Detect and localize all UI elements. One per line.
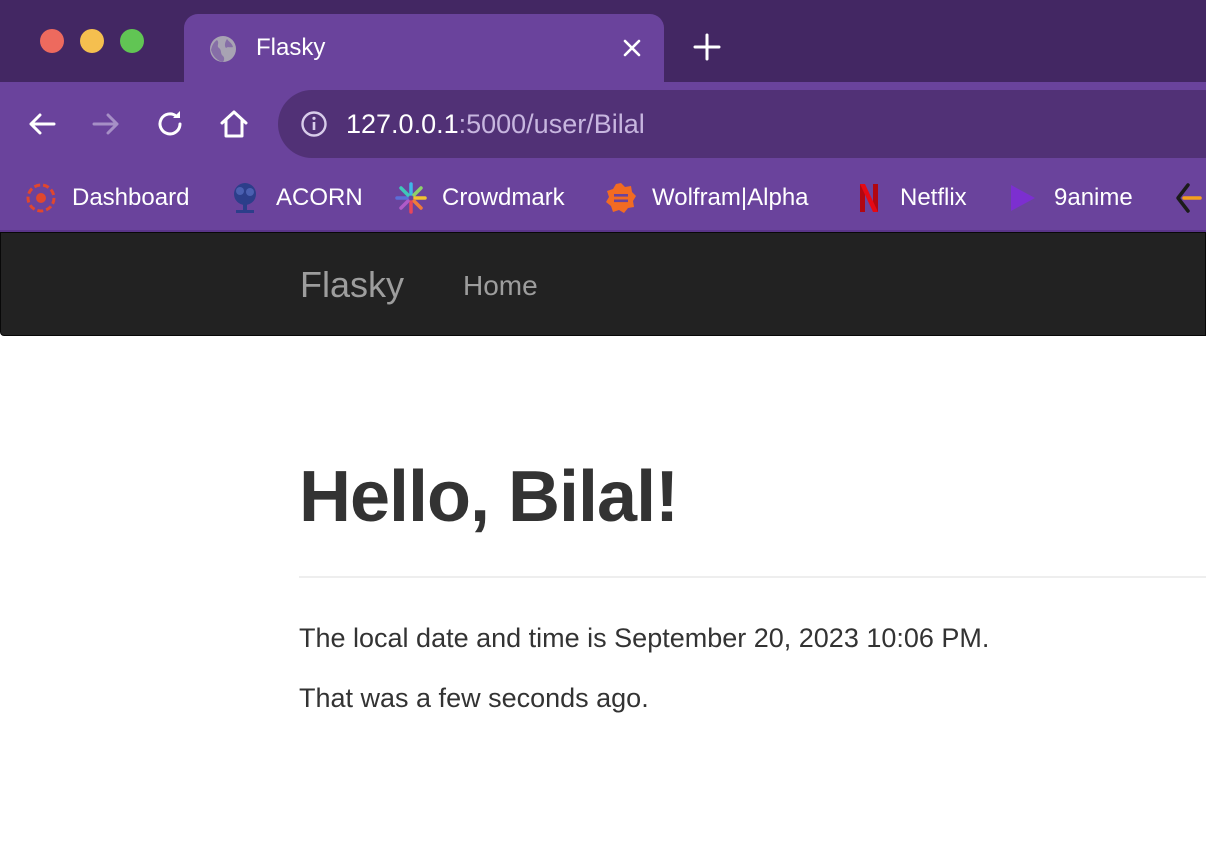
forward-button[interactable] <box>88 106 124 142</box>
bookmark-partial-icon <box>1176 183 1202 213</box>
netflix-icon <box>860 184 878 212</box>
page-header: Hello, Bilal! <box>299 456 1206 578</box>
relative-time-text: That was a few seconds ago. <box>299 683 649 713</box>
bookmark-9anime[interactable]: 9anime <box>1006 178 1133 218</box>
close-window-button[interactable] <box>40 29 64 53</box>
arrow-right-icon <box>92 113 119 135</box>
bookmark-dashboard[interactable]: Dashboard <box>24 178 189 218</box>
home-button[interactable] <box>216 106 252 142</box>
home-icon <box>220 110 248 138</box>
reload-button[interactable] <box>152 106 188 142</box>
navbar-brand[interactable]: Flasky <box>300 265 404 305</box>
9anime-icon <box>1011 185 1035 211</box>
bookmark-label: Netflix <box>900 184 967 211</box>
url-text: 127.0.0.1:5000/user/Bilal <box>346 108 645 140</box>
bookmarks-bar: Dashboard ACORN Crowdmark Wolfram|Alpha … <box>0 166 1206 232</box>
bookmark-label: 9anime <box>1054 184 1133 211</box>
bookmark-label: ACORN <box>276 184 363 211</box>
back-button[interactable] <box>24 106 60 142</box>
zoom-window-button[interactable] <box>120 29 144 53</box>
info-icon[interactable] <box>300 110 328 138</box>
close-tab-icon[interactable] <box>620 36 644 60</box>
tab-flasky[interactable]: Flasky <box>184 14 664 82</box>
arrow-left-icon <box>29 113 56 135</box>
address-bar[interactable]: 127.0.0.1:5000/user/Bilal <box>278 90 1206 158</box>
browser-toolbar: 127.0.0.1:5000/user/Bilal <box>0 82 1206 166</box>
bookmark-more[interactable] <box>1170 178 1206 218</box>
globe-icon <box>210 36 236 62</box>
bookmark-wolframalpha[interactable]: Wolfram|Alpha <box>604 178 809 218</box>
wolfram-icon <box>606 183 636 213</box>
url-host: 127.0.0.1 <box>346 109 459 139</box>
minimize-window-button[interactable] <box>80 29 104 53</box>
site-navbar: Flasky Home <box>0 232 1206 336</box>
bookmark-label: Wolfram|Alpha <box>652 184 809 211</box>
datetime-text: The local date and time is September 20,… <box>299 623 990 653</box>
bookmark-netflix[interactable]: Netflix <box>852 178 967 218</box>
bookmark-label: Dashboard <box>72 184 190 211</box>
nav-home-link[interactable]: Home <box>463 270 538 302</box>
dashboard-icon <box>26 183 56 213</box>
bookmark-crowdmark[interactable]: Crowdmark <box>394 178 565 218</box>
bookmark-acorn[interactable]: ACORN <box>228 178 363 218</box>
tab-title: Flasky <box>256 34 326 61</box>
acorn-icon <box>234 183 256 213</box>
crowdmark-icon <box>395 182 427 214</box>
page-content: Hello, Bilal! The local date and time is… <box>299 336 1206 714</box>
browser-titlebar: Flasky <box>0 0 1206 82</box>
url-path: :5000/user/Bilal <box>458 109 645 139</box>
bookmark-label: Crowdmark <box>442 184 565 211</box>
page-title: Hello, Bilal! <box>299 457 679 537</box>
reload-icon <box>158 111 182 136</box>
new-tab-icon[interactable] <box>692 32 722 62</box>
